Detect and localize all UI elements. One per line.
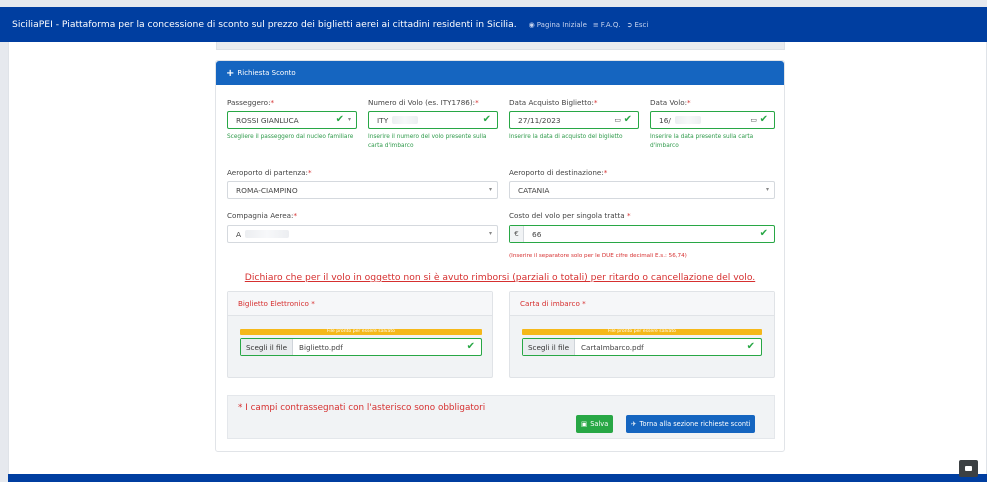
bottom-bar: [8, 474, 987, 482]
purchase-date-label: Data Acquisto Biglietto:*: [509, 98, 598, 107]
cost-input[interactable]: € 66 ✔: [509, 225, 775, 243]
app-title: SiciliaPEI - Piattaforma per la concessi…: [12, 19, 517, 30]
declaration-text: Dichiaro che per il volo in oggetto non …: [244, 272, 756, 283]
ticket-upload-status: File pronto per essere salvato: [240, 329, 482, 335]
check-icon: ✔: [623, 114, 632, 125]
collapsed-panel-strip: [216, 42, 785, 50]
sign-out-icon: ➲: [626, 20, 633, 29]
purchase-date-input[interactable]: 27/11/2023 ▭ ✔: [509, 111, 639, 129]
list-icon: ≡: [592, 20, 599, 29]
chevron-down-icon: ▾: [488, 230, 492, 237]
boarding-upload-title: Carta di imbarco *: [510, 292, 774, 316]
square-icon: [965, 466, 972, 471]
boarding-file-name: CartaImbarco.pdf ✔: [581, 341, 755, 352]
flight-date-input[interactable]: 16/ ▭ ✔: [650, 111, 775, 129]
flight-date-label: Data Volo:*: [650, 98, 691, 107]
check-icon: ✔: [466, 341, 475, 352]
chevron-down-icon: ▾: [488, 186, 492, 193]
choose-file-button[interactable]: Scegli il file: [523, 339, 576, 355]
home-icon: ◉: [528, 20, 535, 29]
redacted-text: [392, 116, 419, 124]
save-icon: ▣: [581, 420, 588, 428]
destination-select[interactable]: CATANIA ▾: [509, 181, 775, 199]
card-header: + Richiesta Sconto: [216, 61, 784, 85]
nav-logout-link[interactable]: ➲ Esci: [627, 21, 649, 29]
airline-select[interactable]: A ▾: [227, 225, 498, 243]
ticket-file-name: Biglietto.pdf ✔: [299, 341, 475, 352]
form-footer: * I campi contrassegnati con l'asterisco…: [227, 395, 775, 439]
check-icon: ✔: [759, 228, 768, 239]
boarding-upload-panel: Carta di imbarco * File pronto per esser…: [509, 291, 775, 378]
passenger-select[interactable]: ROSSI GIANLUCA ✔ ▾: [227, 111, 357, 129]
redacted-text: [674, 116, 701, 124]
departure-label: Aeroporto di partenza:*: [227, 168, 312, 177]
scroll-top-button[interactable]: [959, 460, 978, 477]
check-icon: ✔: [746, 341, 755, 352]
flight-number-input[interactable]: ITY ✔: [368, 111, 498, 129]
back-to-requests-button[interactable]: ✈ Torna alla sezione richieste sconti: [626, 415, 756, 433]
choose-file-button[interactable]: Scegli il file: [241, 339, 294, 355]
flight-date-help: Inserire la data presente sulla carta d'…: [650, 134, 754, 149]
redacted-text: [245, 230, 290, 238]
mandatory-note: * I campi contrassegnati con l'asterisco…: [238, 403, 486, 413]
calendar-icon[interactable]: ▭: [614, 116, 621, 124]
check-icon: ✔: [335, 114, 344, 125]
airline-label: Compagnia Aerea:*: [227, 211, 298, 220]
chevron-down-icon: ▾: [765, 186, 769, 193]
card-title: Richiesta Sconto: [237, 69, 296, 77]
nav-links: ◉ Pagina Iniziale ≡ F.A.Q. ➲ Esci: [529, 21, 649, 29]
top-navbar: SiciliaPEI - Piattaforma per la concessi…: [0, 7, 987, 42]
calendar-icon[interactable]: ▭: [750, 116, 757, 124]
chevron-down-icon: ▾: [347, 116, 351, 123]
boarding-upload-status: File pronto per essere salvato: [522, 329, 762, 335]
ticket-upload-panel: Biglietto Elettronico * File pronto per …: [227, 291, 493, 378]
flight-number-label: Numero di Volo (es. ITY1786):*: [368, 98, 479, 107]
nav-home-link[interactable]: ◉ Pagina Iniziale: [529, 21, 587, 29]
check-icon: ✔: [482, 114, 491, 125]
passenger-help: Scegliere il passeggero dal nucleo famil…: [227, 134, 354, 140]
euro-addon: €: [510, 226, 524, 242]
destination-label: Aeroporto di destinazione:*: [509, 168, 608, 177]
discount-request-card: + Richiesta Sconto Passeggero:* ROSSI GI…: [215, 60, 785, 452]
plane-icon: ✈: [631, 420, 637, 428]
purchase-date-help: Inserire la data di acquisto del bigliet…: [509, 134, 623, 140]
nav-faq-link[interactable]: ≡ F.A.Q.: [593, 21, 621, 29]
flight-number-help: Inserire il numero del volo presente sul…: [368, 134, 487, 149]
boarding-file-input[interactable]: Scegli il file CartaImbarco.pdf ✔: [522, 338, 762, 356]
ticket-upload-title: Biglietto Elettronico *: [228, 292, 492, 316]
cost-label: Costo del volo per singola tratta *: [509, 211, 631, 220]
save-button[interactable]: ▣ Salva: [576, 415, 614, 433]
ticket-file-input[interactable]: Scegli il file Biglietto.pdf ✔: [240, 338, 482, 356]
passenger-label: Passeggero:*: [227, 98, 275, 107]
plus-icon: +: [226, 67, 235, 79]
check-icon: ✔: [759, 114, 768, 125]
departure-select[interactable]: ROMA-CIAMPINO ▾: [227, 181, 498, 199]
cost-help: (Inserire il separatore solo per le DUE …: [509, 253, 687, 259]
